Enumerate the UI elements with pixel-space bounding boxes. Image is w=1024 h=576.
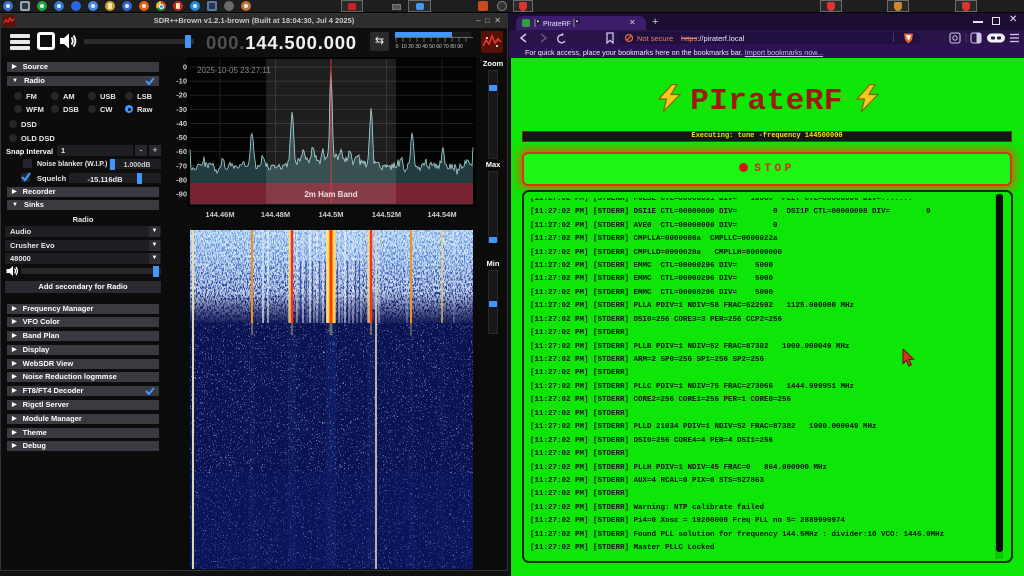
svg-text:-40: -40 — [176, 119, 187, 128]
svg-text:-70: -70 — [176, 161, 187, 170]
svg-text:-30: -30 — [176, 105, 187, 114]
svg-text:-90: -90 — [176, 190, 187, 199]
svg-text:-60: -60 — [176, 147, 187, 156]
svg-text:2025-10-05 23:27:11: 2025-10-05 23:27:11 — [197, 66, 271, 75]
svg-text:2m Ham Band: 2m Ham Band — [304, 190, 357, 199]
svg-text:0: 0 — [183, 63, 187, 72]
svg-text:144.54M: 144.54M — [427, 210, 456, 219]
svg-text:-20: -20 — [176, 91, 187, 100]
svg-text:-80: -80 — [176, 175, 187, 184]
svg-text:-10: -10 — [176, 77, 187, 86]
svg-text:144.46M: 144.46M — [205, 210, 234, 219]
svg-text:144.5M: 144.5M — [318, 210, 343, 219]
svg-text:144.48M: 144.48M — [261, 210, 290, 219]
svg-text:-50: -50 — [176, 133, 187, 142]
svg-text:144.52M: 144.52M — [372, 210, 401, 219]
